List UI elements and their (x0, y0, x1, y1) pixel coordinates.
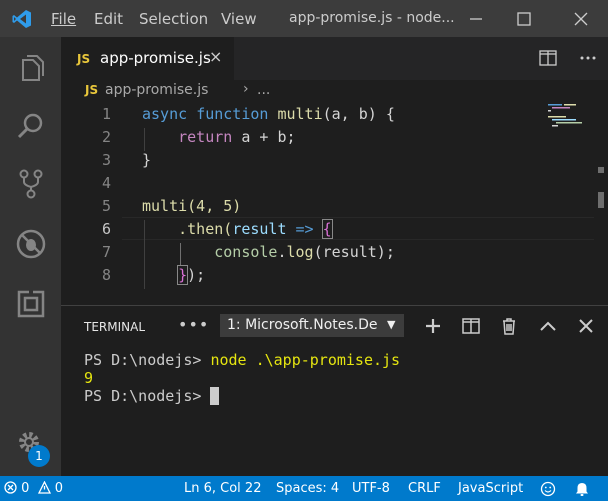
terminal-prompt: PS D:\nodejs> (84, 387, 202, 405)
menu-file[interactable]: File (51, 10, 76, 28)
code-editor[interactable]: 1 2 3 4 5 6 7 8 async function multi(a, … (61, 102, 608, 298)
maximize-icon[interactable] (513, 8, 535, 30)
code-line-7: console.log(result); (214, 243, 395, 261)
line-number: 1 (101, 105, 111, 123)
menu-edit[interactable]: Edit (94, 10, 123, 28)
debug-icon[interactable] (14, 227, 48, 261)
line-number: 5 (101, 197, 111, 215)
explorer-icon[interactable] (14, 51, 48, 85)
search-icon[interactable] (14, 109, 48, 143)
indentation[interactable]: Spaces: 4 (276, 481, 339, 496)
code-line-5: multi(4, 5) (142, 197, 242, 215)
js-file-icon: JS (77, 52, 91, 66)
tab-app-promise-js[interactable]: JS app-promise.js × (61, 37, 234, 80)
scroll-marker (598, 192, 604, 208)
window-title: app-promise.js - node... (289, 10, 455, 26)
tab-terminal[interactable]: TERMINAL (84, 320, 145, 334)
breadcrumb-file[interactable]: app-promise.js (105, 82, 208, 98)
menu-selection[interactable]: Selection (139, 10, 208, 28)
warning-icon (37, 480, 51, 494)
terminal-prompt: PS D:\nodejs> (84, 351, 202, 369)
code-line-1: async function multi(a, b) { (142, 105, 395, 123)
js-file-icon: JS (85, 83, 99, 97)
cursor-position[interactable]: Ln 6, Col 22 (184, 481, 261, 496)
split-terminal-icon[interactable] (461, 316, 481, 336)
encoding[interactable]: UTF-8 (352, 481, 390, 496)
terminal-select-value: 1: Microsoft.Notes.Des (227, 317, 377, 333)
minimize-icon[interactable] (465, 8, 487, 30)
warning-count: 0 (54, 481, 63, 496)
more-actions-icon[interactable] (579, 55, 597, 61)
breadcrumb-separator: › (243, 81, 249, 97)
menu-view[interactable]: View (221, 10, 257, 28)
code-line-8: }); (177, 265, 206, 285)
code-line-3: } (142, 151, 152, 169)
line-number: 6 (101, 220, 111, 238)
split-editor-icon[interactable] (539, 50, 557, 66)
code-line-6: .then(result => { (178, 219, 333, 239)
breadcrumb: JS app-promise.js › ... (61, 80, 608, 102)
problems-indicator[interactable]: 0 0 (4, 480, 63, 496)
feedback-smiley-icon[interactable] (540, 481, 556, 497)
vscode-logo-icon (12, 10, 31, 28)
terminal-command: node .\app-promise.js (210, 351, 401, 369)
editor-tabs: JS app-promise.js × (61, 37, 608, 80)
code-line-2: return a + b; (178, 128, 296, 146)
line-ending[interactable]: CRLF (408, 481, 441, 496)
close-panel-icon[interactable] (576, 316, 596, 336)
error-icon (4, 481, 17, 494)
terminal-panel: TERMINAL ••• 1: Microsoft.Notes.Des ▼ PS… (61, 305, 608, 477)
close-window-icon[interactable] (570, 8, 592, 30)
settings-update-badge: 1 (28, 445, 50, 467)
line-number: 2 (101, 128, 111, 146)
terminal-select[interactable]: 1: Microsoft.Notes.Des ▼ (220, 314, 404, 337)
close-tab-icon[interactable]: × (209, 47, 222, 66)
extensions-icon[interactable] (14, 287, 48, 321)
scroll-marker (598, 167, 604, 173)
vertical-scrollbar[interactable] (594, 102, 608, 298)
activity-bar: 1 (0, 37, 61, 476)
terminal-cursor (210, 387, 220, 405)
language-mode[interactable]: JavaScript (458, 481, 523, 496)
terminal-result: 9 (84, 369, 94, 387)
error-count: 0 (21, 481, 30, 496)
maximize-panel-icon[interactable] (538, 316, 558, 336)
title-bar: File Edit Selection View app-promise.js … (0, 0, 608, 37)
minimap[interactable] (544, 102, 594, 298)
line-number: 3 (101, 151, 111, 169)
trash-icon[interactable] (499, 316, 519, 336)
line-number: 4 (101, 174, 111, 192)
tab-label: app-promise.js (100, 49, 211, 67)
notifications-bell-icon[interactable] (574, 481, 590, 497)
status-bar: 0 0 Ln 6, Col 22 Spaces: 4 UTF-8 CRLF Ja… (0, 476, 608, 501)
line-number: 8 (101, 266, 111, 284)
source-control-icon[interactable] (14, 167, 48, 201)
new-terminal-icon[interactable] (423, 316, 443, 336)
line-number: 7 (101, 243, 111, 261)
terminal-output[interactable]: PS D:\nodejs> node .\app-promise.js 9 PS… (84, 351, 400, 405)
more-panels-icon[interactable]: ••• (178, 315, 209, 334)
breadcrumb-symbol[interactable]: ... (257, 82, 270, 98)
